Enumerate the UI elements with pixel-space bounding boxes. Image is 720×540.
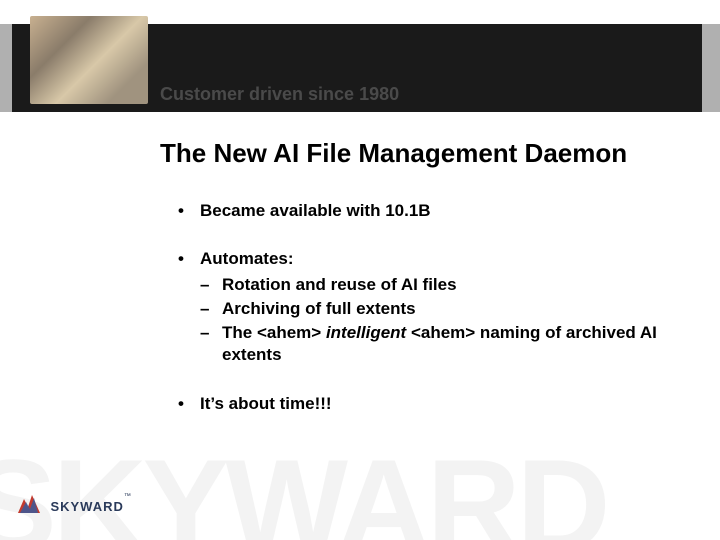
bullet-2-2: Archiving of full extents [200, 298, 678, 320]
watermark-text: SKYWARD [0, 430, 606, 540]
header-photo [30, 16, 148, 104]
trademark-symbol: ™ [124, 493, 131, 500]
bullet-2: Automates: Rotation and reuse of AI file… [178, 248, 678, 366]
header-accent-right [702, 24, 720, 112]
bullet-3: It’s about time!!! [178, 393, 678, 415]
slide: Customer driven since 1980 The New AI Fi… [0, 0, 720, 540]
bullet-2-1: Rotation and reuse of AI files [200, 274, 678, 296]
logo-text: SKYWARD [50, 499, 123, 514]
logo-mark-icon [16, 493, 42, 520]
slide-body: Became available with 10.1B Automates: R… [178, 200, 678, 441]
bullet-2-label: Automates: [200, 249, 294, 268]
tagline: Customer driven since 1980 [160, 84, 399, 105]
slide-title: The New AI File Management Daemon [160, 138, 627, 169]
bullet-2-3-pre: The <ahem> [222, 323, 326, 342]
bullet-2-3: The <ahem> intelligent <ahem> naming of … [200, 322, 678, 366]
header-accent-left [0, 24, 12, 112]
bullet-2-3-em: intelligent [326, 323, 406, 342]
bullet-1: Became available with 10.1B [178, 200, 678, 222]
brand-logo: SKYWARD™ [16, 493, 131, 520]
